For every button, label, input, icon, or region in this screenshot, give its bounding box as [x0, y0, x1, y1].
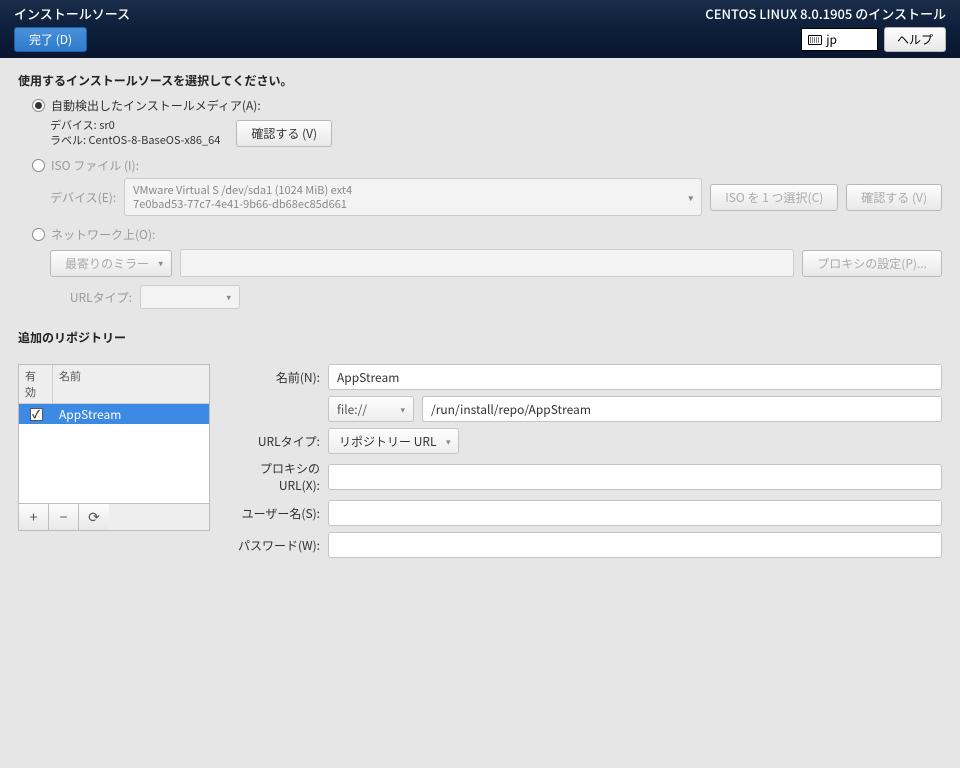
verify-iso-button[interactable]: 確認する (V) — [846, 184, 942, 211]
col-header-enabled: 有効 — [19, 365, 53, 403]
list-item[interactable]: ✓ AppStream — [19, 404, 209, 424]
radio-iso-label: ISO ファイル (I): — [51, 157, 139, 174]
radio-icon — [32, 99, 45, 112]
radio-auto-detect[interactable]: 自動検出したインストールメディア(A): — [32, 97, 942, 114]
done-button[interactable]: 完了 (D) — [14, 27, 87, 52]
help-button[interactable]: ヘルプ — [884, 27, 946, 52]
list-item-name: AppStream — [53, 406, 121, 423]
choose-iso-button[interactable]: ISO を 1 つ選択(C) — [710, 184, 838, 211]
chevron-down-icon: ▾ — [158, 257, 163, 270]
radio-network[interactable]: ネットワーク上(O): — [32, 226, 942, 243]
iso-device-line2: 7e0bad53-77c7-4e41-9b66-db68ec85d661 — [133, 197, 677, 211]
page-title: インストールソース — [14, 4, 130, 23]
chevron-down-icon: ▾ — [226, 291, 231, 304]
radio-icon — [32, 159, 45, 172]
proxy-url-input[interactable] — [328, 464, 942, 490]
username-label: ユーザー名(S): — [226, 505, 320, 522]
mirror-label: 最寄りのミラー — [65, 255, 149, 272]
repo-url-type-combo[interactable]: リポジトリー URL ▾ — [328, 428, 459, 454]
url-type-combo[interactable]: ▾ — [140, 285, 240, 309]
remove-repo-button[interactable]: − — [49, 504, 79, 530]
proxy-settings-button[interactable]: プロキシの設定(P)... — [802, 250, 942, 277]
iso-device-combo[interactable]: VMware Virtual S /dev/sda1 (1024 MiB) ex… — [124, 178, 702, 217]
repo-protocol-combo[interactable]: file:// ▾ — [328, 396, 414, 422]
repo-url-type-label: URLタイプ: — [226, 433, 320, 450]
repos-heading: 追加のリポジトリー — [18, 329, 942, 346]
proxy-url-label: プロキシの URL(X): — [226, 460, 320, 494]
repo-url-type-value: リポジトリー URL — [339, 433, 436, 450]
network-url-input[interactable] — [180, 249, 794, 277]
radio-network-label: ネットワーク上(O): — [51, 226, 155, 243]
add-repo-button[interactable]: + — [19, 504, 49, 530]
source-heading: 使用するインストールソースを選択してください。 — [18, 72, 942, 89]
repo-listbox[interactable]: 有効 名前 ✓ AppStream — [18, 364, 210, 504]
device-label: デバイス: — [50, 117, 97, 133]
label-value: CentOS-8-BaseOS-x86_64 — [89, 132, 221, 148]
repo-path-input[interactable] — [422, 396, 942, 422]
radio-icon — [32, 228, 45, 241]
repo-name-label: 名前(N): — [226, 369, 320, 386]
keyboard-icon — [808, 35, 822, 45]
password-input[interactable] — [328, 532, 942, 558]
keyboard-layout-indicator[interactable]: jp — [801, 28, 878, 51]
iso-device-label: デバイス(E): — [50, 189, 116, 206]
username-input[interactable] — [328, 500, 942, 526]
col-header-name: 名前 — [53, 365, 209, 403]
detected-media-info: デバイス: sr0 ラベル: CentOS-8-BaseOS-x86_64 確認… — [50, 118, 942, 149]
repo-protocol-value: file:// — [337, 401, 367, 418]
password-label: パスワード(W): — [226, 537, 320, 554]
verify-button[interactable]: 確認する (V) — [236, 120, 332, 147]
device-value: sr0 — [99, 117, 115, 133]
checkbox-icon[interactable]: ✓ — [30, 408, 43, 421]
repo-name-input[interactable] — [328, 364, 942, 390]
mirror-selector[interactable]: 最寄りのミラー ▾ — [50, 250, 172, 277]
reload-repo-button[interactable]: ⟳ — [79, 504, 109, 530]
url-type-label: URLタイプ: — [50, 289, 132, 306]
radio-auto-label: 自動検出したインストールメディア(A): — [51, 97, 261, 114]
keyboard-layout-label: jp — [826, 31, 837, 48]
chevron-down-icon: ▾ — [688, 191, 693, 204]
radio-iso-file[interactable]: ISO ファイル (I): — [32, 157, 942, 174]
main-content: 使用するインストールソースを選択してください。 自動検出したインストールメディア… — [0, 58, 960, 578]
label-label: ラベル: — [50, 132, 86, 148]
installer-title: CENTOS LINUX 8.0.1905 のインストール — [705, 4, 946, 23]
repo-list-panel: 有効 名前 ✓ AppStream + − ⟳ — [18, 364, 210, 531]
repo-form: 名前(N): file:// ▾ URLタイプ: リポジトリー URL ▾ プ — [226, 364, 942, 564]
header: インストールソース 完了 (D) CENTOS LINUX 8.0.1905 の… — [0, 0, 960, 58]
iso-device-line1: VMware Virtual S /dev/sda1 (1024 MiB) ex… — [133, 183, 677, 197]
chevron-down-icon: ▾ — [446, 435, 451, 448]
chevron-down-icon: ▾ — [400, 403, 405, 416]
